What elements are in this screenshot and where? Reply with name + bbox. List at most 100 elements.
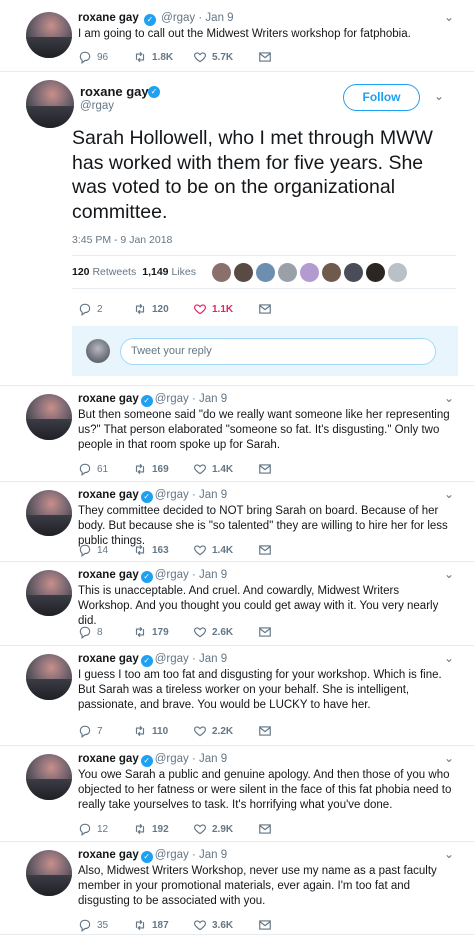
verified-badge-icon: ✓ xyxy=(148,86,160,98)
reply-button[interactable]: 35 xyxy=(78,918,108,932)
chevron-down-icon[interactable]: ⌄ xyxy=(444,751,454,765)
liker-avatar[interactable] xyxy=(388,263,407,282)
like-button[interactable]: 3.6K xyxy=(193,918,233,932)
tweet-date[interactable]: Jan 9 xyxy=(199,489,227,501)
tweet-text: I guess I too am too fat and disgusting … xyxy=(78,669,442,711)
message-button[interactable] xyxy=(258,822,272,836)
like-button[interactable]: 1.1K xyxy=(193,302,233,316)
likes-stat[interactable]: 1,149 Likes xyxy=(142,266,196,278)
like-button[interactable]: 2.9K xyxy=(193,822,233,836)
liker-avatar[interactable] xyxy=(212,263,231,282)
follow-button[interactable]: Follow xyxy=(343,84,420,111)
tweet-date[interactable]: Jan 9 xyxy=(199,569,227,581)
chevron-down-icon[interactable]: ⌄ xyxy=(444,651,454,665)
reply-button[interactable]: 8 xyxy=(78,625,103,639)
tweet-timestamp[interactable]: 3:45 PM - 9 Jan 2018 xyxy=(72,234,172,246)
author-name[interactable]: roxane gay xyxy=(78,489,139,501)
author-handle[interactable]: @rgay xyxy=(80,100,114,112)
tweet-date[interactable]: Jan 9 xyxy=(199,753,227,765)
author-name[interactable]: roxane gay xyxy=(80,84,149,99)
tweet[interactable]: roxane gay ✓ @rgay · Jan 9 ⌄ I am going … xyxy=(0,0,474,72)
message-button[interactable] xyxy=(258,724,272,738)
message-button[interactable] xyxy=(258,50,272,64)
avatar[interactable] xyxy=(26,754,72,800)
author-name[interactable]: roxane gay xyxy=(78,753,139,765)
author-handle[interactable]: @rgay xyxy=(155,653,189,665)
avatar[interactable] xyxy=(26,490,72,536)
like-button[interactable]: 5.7K xyxy=(193,50,233,64)
message-button[interactable] xyxy=(258,625,272,639)
reply-button[interactable]: 7 xyxy=(78,724,103,738)
retweet-button[interactable]: 110 xyxy=(133,724,168,738)
chevron-down-icon[interactable]: ⌄ xyxy=(444,487,454,501)
like-button[interactable]: 1.4K xyxy=(193,543,233,557)
reply-button[interactable]: 2 xyxy=(78,302,103,316)
message-button[interactable] xyxy=(258,918,272,932)
retweet-button[interactable]: 120 xyxy=(133,302,169,316)
reply-input[interactable]: Tweet your reply xyxy=(120,338,436,365)
liker-avatar[interactable] xyxy=(366,263,385,282)
author-handle[interactable]: @rgay xyxy=(155,753,189,765)
message-button[interactable] xyxy=(258,543,272,557)
liker-avatar[interactable] xyxy=(256,263,275,282)
author-name[interactable]: roxane gay xyxy=(78,653,139,665)
avatar[interactable] xyxy=(26,12,72,58)
retweet-button[interactable]: 169 xyxy=(133,462,169,476)
tweet-date[interactable]: Jan 9 xyxy=(199,653,227,665)
tweet[interactable]: roxane gay ✓ @rgay · Jan 9 ⌄ They committee … xyxy=(0,482,474,562)
liker-avatar[interactable] xyxy=(278,263,297,282)
tweet-date[interactable]: Jan 9 xyxy=(199,393,227,405)
avatar[interactable] xyxy=(26,654,72,700)
author-name[interactable]: roxane gay xyxy=(78,393,139,405)
like-button[interactable]: 2.6K xyxy=(193,625,233,639)
reply-button[interactable]: 12 xyxy=(78,822,108,836)
tweet[interactable]: roxane gay ✓ @rgay · Jan 9 ⌄ But then someon… xyxy=(0,386,474,482)
avatar[interactable] xyxy=(26,570,72,616)
retweet-button[interactable]: 1.8K xyxy=(133,50,173,64)
like-count: 1.4K xyxy=(212,463,234,475)
tweet-header: roxane gay ✓ @rgay · Jan 9 xyxy=(78,653,228,667)
retweet-button[interactable]: 187 xyxy=(133,918,169,932)
reply-button[interactable]: 14 xyxy=(78,543,108,557)
chevron-down-icon[interactable]: ⌄ xyxy=(434,89,444,103)
avatar[interactable] xyxy=(26,850,72,896)
retweet-button[interactable]: 192 xyxy=(133,822,169,836)
verified-badge-icon: ✓ xyxy=(140,851,153,863)
retweet-icon xyxy=(135,463,145,475)
chevron-down-icon[interactable]: ⌄ xyxy=(444,10,454,24)
chevron-down-icon[interactable]: ⌄ xyxy=(444,567,454,581)
tweet-date[interactable]: Jan 9 xyxy=(205,12,233,24)
tweet[interactable]: roxane gay ✓ @rgay · Jan 9 ⌄ I guess I too a… xyxy=(0,646,474,746)
liker-avatar[interactable] xyxy=(344,263,363,282)
tweet[interactable]: roxane gay ✓ @rgay · Jan 9 ⌄ This is unaccep… xyxy=(0,562,474,646)
liker-avatar[interactable] xyxy=(322,263,341,282)
author-handle[interactable]: @rgay xyxy=(155,393,189,405)
chevron-down-icon[interactable]: ⌄ xyxy=(444,847,454,861)
verified-badge-icon: ✓ xyxy=(143,14,156,26)
retweet-button[interactable]: 179 xyxy=(133,625,169,639)
reply-button[interactable]: 61 xyxy=(78,462,108,476)
author-name[interactable]: roxane gay xyxy=(78,569,139,581)
author-name[interactable]: roxane gay xyxy=(78,849,139,861)
message-button[interactable] xyxy=(258,462,272,476)
liker-avatar[interactable] xyxy=(300,263,319,282)
author-handle[interactable]: @rgay xyxy=(155,489,189,501)
retweet-button[interactable]: 163 xyxy=(133,543,169,557)
tweet[interactable]: roxane gay ✓ @rgay · Jan 9 ⌄ Also, Midwest W… xyxy=(0,842,474,935)
avatar[interactable] xyxy=(26,80,74,128)
author-handle[interactable]: @rgay xyxy=(161,12,195,24)
tweet-date[interactable]: Jan 9 xyxy=(199,849,227,861)
reply-button[interactable]: 96 xyxy=(78,50,108,64)
avatar[interactable] xyxy=(26,394,72,440)
liker-avatar[interactable] xyxy=(234,263,253,282)
chevron-down-icon[interactable]: ⌄ xyxy=(444,391,454,405)
author-handle[interactable]: @rgay xyxy=(155,569,189,581)
author-name[interactable]: roxane gay xyxy=(78,12,139,24)
author-handle[interactable]: @rgay xyxy=(155,849,189,861)
like-button[interactable]: 1.4K xyxy=(193,462,233,476)
message-button[interactable] xyxy=(258,302,272,316)
retweet-count: 120 xyxy=(152,303,169,315)
retweets-stat[interactable]: 120 Retweets xyxy=(72,266,136,278)
tweet[interactable]: roxane gay ✓ @rgay · Jan 9 ⌄ You owe Sarah a… xyxy=(0,746,474,842)
like-button[interactable]: 2.2K xyxy=(193,724,233,738)
